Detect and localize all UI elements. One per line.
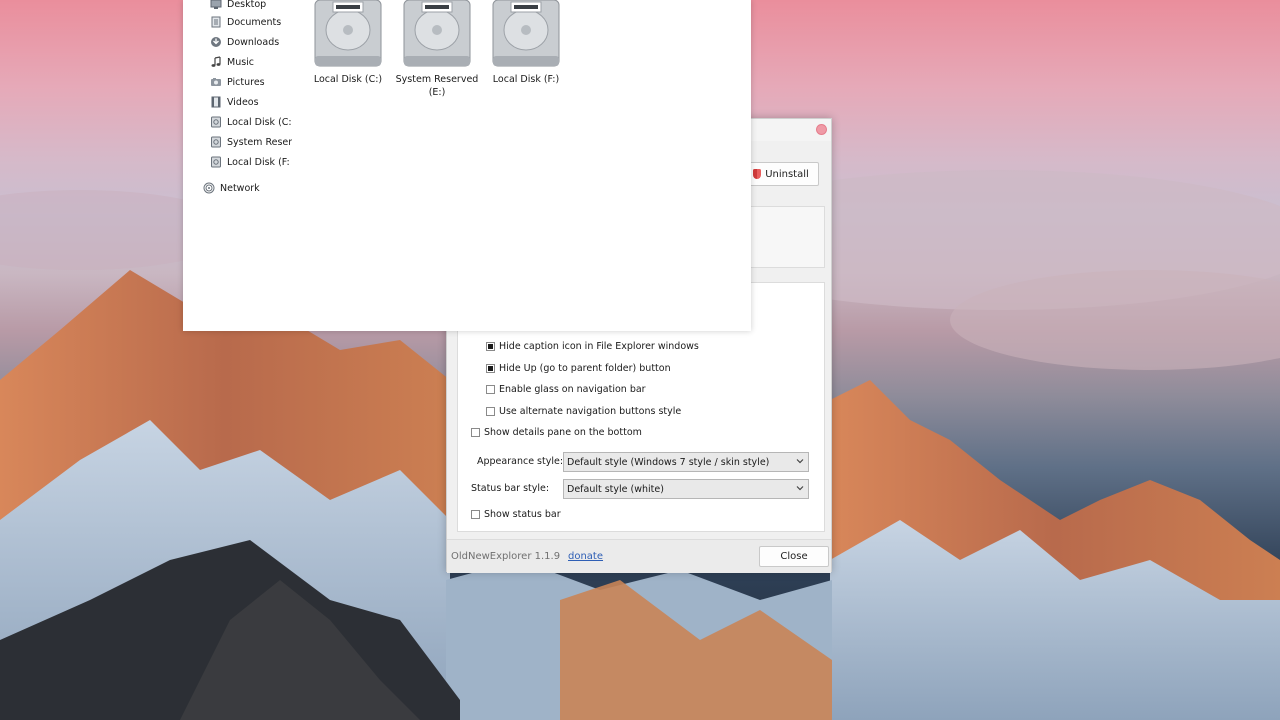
checkbox-label: Enable glass on navigation bar bbox=[499, 383, 646, 395]
dialog-footer: OldNewExplorer 1.1.9 donate Close bbox=[447, 539, 831, 573]
shield-icon bbox=[753, 169, 762, 179]
checkbox-unchecked[interactable] bbox=[486, 384, 495, 394]
close-button-label: Close bbox=[780, 551, 808, 562]
hide-caption-icon-option[interactable]: Hide caption icon in File Explorer windo… bbox=[486, 339, 699, 353]
installation-group-box bbox=[747, 206, 825, 268]
nav-item-downloads[interactable]: Downloads bbox=[210, 34, 279, 50]
uninstall-button-label: Uninstall bbox=[765, 168, 809, 180]
status-bar-style-select[interactable]: Default style (white) bbox=[563, 479, 809, 499]
nav-item-local-disk-f[interactable]: Local Disk (F: bbox=[210, 154, 290, 170]
show-status-bar-option[interactable]: Show status bar bbox=[471, 507, 561, 521]
uninstall-button[interactable]: Uninstall bbox=[743, 162, 819, 186]
donate-link[interactable]: donate bbox=[568, 551, 603, 562]
nav-item-label: Pictures bbox=[227, 76, 265, 88]
drive-label: Local Disk (C:) bbox=[313, 74, 383, 85]
nav-item-system-reserved[interactable]: System Reser bbox=[210, 134, 292, 150]
checkbox-unchecked[interactable] bbox=[486, 406, 495, 416]
nav-item-label: Local Disk (F: bbox=[227, 156, 290, 168]
hide-up-button-option[interactable]: Hide Up (go to parent folder) button bbox=[486, 361, 671, 375]
chevron-down-icon bbox=[796, 459, 804, 464]
status-bar-style-value: Default style (white) bbox=[567, 483, 664, 495]
appearance-style-select[interactable]: Default style (Windows 7 style / skin st… bbox=[563, 452, 809, 472]
checkbox-checked[interactable] bbox=[486, 363, 495, 373]
documents-icon bbox=[210, 16, 222, 28]
checkbox-label: Hide Up (go to parent folder) button bbox=[499, 362, 671, 374]
hard-drive-icon bbox=[403, 0, 471, 67]
desktop-icon bbox=[210, 0, 222, 10]
checkbox-unchecked[interactable] bbox=[471, 509, 480, 519]
drive-system-reserved[interactable]: System Reserved (E:) bbox=[395, 0, 479, 99]
details-pane-bottom-option[interactable]: Show details pane on the bottom bbox=[471, 425, 642, 439]
nav-item-label: Local Disk (C: bbox=[227, 116, 292, 128]
checkbox-label: Hide caption icon in File Explorer windo… bbox=[499, 340, 699, 352]
videos-icon bbox=[210, 96, 222, 108]
checkbox-unchecked[interactable] bbox=[471, 427, 480, 437]
music-icon bbox=[210, 56, 222, 68]
nav-item-label: Videos bbox=[227, 96, 259, 108]
hard-drive-icon bbox=[492, 0, 560, 67]
hard-drive-icon bbox=[314, 0, 382, 67]
enable-glass-option[interactable]: Enable glass on navigation bar bbox=[486, 382, 646, 396]
appearance-style-value: Default style (Windows 7 style / skin st… bbox=[567, 456, 770, 468]
checkbox-label: Show status bar bbox=[484, 508, 561, 520]
nav-item-music[interactable]: Music bbox=[210, 54, 254, 70]
drive-local-disk-c[interactable]: Local Disk (C:) bbox=[306, 0, 390, 86]
drive-icon bbox=[210, 136, 222, 148]
version-text: OldNewExplorer 1.1.9 bbox=[451, 551, 561, 562]
drive-local-disk-f[interactable]: Local Disk (F:) bbox=[484, 0, 568, 86]
drive-icon bbox=[210, 116, 222, 128]
alternate-nav-buttons-option[interactable]: Use alternate navigation buttons style bbox=[486, 404, 681, 418]
appearance-style-label: Appearance style: bbox=[477, 456, 564, 467]
drive-icon bbox=[210, 156, 222, 168]
status-bar-style-label: Status bar style: bbox=[471, 483, 550, 494]
nav-item-label: System Reser bbox=[227, 136, 293, 148]
downloads-icon bbox=[210, 36, 222, 48]
chevron-down-icon bbox=[796, 486, 804, 491]
checkbox-label: Use alternate navigation buttons style bbox=[499, 405, 682, 417]
nav-item-local-disk-c[interactable]: Local Disk (C: bbox=[210, 114, 292, 130]
pictures-icon bbox=[210, 76, 222, 88]
nav-item-label: Documents bbox=[227, 16, 282, 28]
network-icon bbox=[203, 182, 215, 194]
nav-item-documents[interactable]: Documents bbox=[210, 14, 281, 30]
nav-item-label: Network bbox=[220, 182, 260, 194]
nav-item-pictures[interactable]: Pictures bbox=[210, 74, 265, 90]
nav-item-videos[interactable]: Videos bbox=[210, 94, 259, 110]
drive-label: Local Disk (F:) bbox=[492, 74, 560, 85]
nav-item-label: Downloads bbox=[227, 36, 280, 48]
checkbox-checked[interactable] bbox=[486, 341, 495, 351]
checkbox-label: Show details pane on the bottom bbox=[484, 426, 642, 438]
nav-item-label: Desktop bbox=[227, 0, 267, 10]
drive-label: System Reserved (E:) bbox=[395, 74, 479, 98]
nav-item-label: Music bbox=[227, 56, 255, 68]
file-explorer-window: Desktop Documents Downloads Music Pictur… bbox=[183, 0, 751, 331]
close-window-icon[interactable] bbox=[816, 124, 827, 135]
nav-item-network[interactable]: Network bbox=[203, 180, 260, 196]
nav-item-desktop[interactable]: Desktop bbox=[210, 0, 266, 12]
close-button[interactable]: Close bbox=[759, 546, 829, 567]
